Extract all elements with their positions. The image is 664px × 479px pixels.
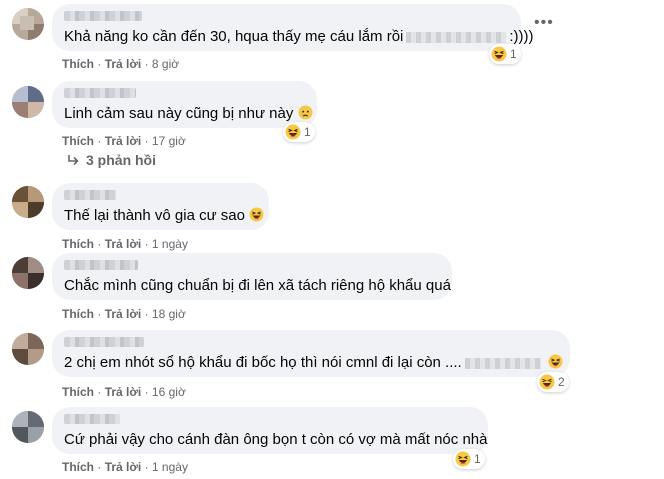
comment-text-tail: :)))) (509, 28, 534, 45)
timestamp[interactable]: 1 ngày (152, 237, 188, 251)
sad-cry-emoji-icon (298, 105, 313, 120)
comment-actions: Thích · Trả lời · 1 ngày (62, 237, 188, 251)
like-button[interactable]: Thích (62, 460, 94, 474)
comment-actions: Thích · Trả lời · 17 giờ (62, 134, 186, 148)
like-button[interactable]: Thích (62, 134, 94, 148)
avatar[interactable] (12, 333, 44, 365)
haha-icon (491, 46, 507, 62)
comment-actions: Thích · Trả lời · 1 ngày (62, 460, 188, 474)
reaction-count[interactable]: 1 (283, 122, 315, 142)
reply-button[interactable]: Trả lời (105, 460, 142, 474)
avatar[interactable] (12, 257, 44, 289)
author-name[interactable] (64, 260, 138, 270)
reply-button[interactable]: Trả lời (105, 307, 142, 321)
comment-text: Linh cảm sau này cũng bị như này (64, 105, 294, 122)
comment-bubble: Cứ phải vậy cho cánh đàn ông bọn t còn c… (52, 407, 488, 454)
comment-text: 2 chị em nhót sổ hộ khẩu đi bốc họ thì n… (64, 354, 462, 371)
author-name[interactable] (64, 190, 116, 200)
timestamp[interactable]: 16 giờ (152, 385, 186, 399)
reply-button[interactable]: Trả lời (105, 134, 142, 148)
avatar[interactable] (12, 411, 44, 443)
avatar[interactable] (12, 8, 44, 40)
comment-text: Khả năng ko cần đến 30, hqua thấy mẹ cáu… (64, 28, 404, 45)
reply-button[interactable]: Trả lời (105, 385, 142, 399)
redacted-text (464, 357, 541, 369)
comment-bubble: Khả năng ko cần đến 30, hqua thấy mẹ cáu… (52, 4, 534, 51)
reply-button[interactable]: Trả lời (105, 57, 142, 71)
timestamp[interactable]: 17 giờ (152, 134, 186, 148)
haha-icon (285, 124, 301, 140)
haha-icon (455, 451, 471, 467)
comment-bubble: Thế lại thành vô gia cư sao (52, 183, 269, 230)
reply-arrow-icon (66, 153, 80, 167)
redacted-text (406, 31, 507, 43)
comment-bubble: Linh cảm sau này cũng bị như này (52, 81, 317, 128)
reaction-count[interactable]: 1 (489, 44, 521, 64)
haha-icon (539, 374, 555, 390)
grinning-emoji-icon (548, 354, 563, 369)
comment-text: Cứ phải vậy cho cánh đàn ông bọn t còn c… (64, 431, 488, 448)
comment-text: Chắc mình cũng chuẩn bị đi lên xã tách r… (64, 277, 451, 294)
author-name[interactable] (64, 88, 136, 98)
reply-button[interactable]: Trả lời (105, 237, 142, 251)
like-button[interactable]: Thích (62, 385, 94, 399)
comment-bubble: Chắc mình cũng chuẩn bị đi lên xã tách r… (52, 253, 452, 300)
like-button[interactable]: Thích (62, 57, 94, 71)
like-button[interactable]: Thích (62, 237, 94, 251)
timestamp[interactable]: 8 giờ (152, 57, 179, 71)
author-name[interactable] (64, 11, 142, 21)
author-name[interactable] (64, 337, 144, 347)
comment-actions: Thích · Trả lời · 8 giờ (62, 57, 180, 71)
avatar[interactable] (12, 186, 44, 218)
view-replies-link[interactable]: 3 phản hồi (66, 152, 156, 168)
comment-actions: Thích · Trả lời · 18 giờ (62, 307, 186, 321)
timestamp[interactable]: 1 ngày (152, 460, 188, 474)
reaction-count[interactable]: 2 (537, 372, 569, 392)
comment-bubble: 2 chị em nhót sổ hộ khẩu đi bốc họ thì n… (52, 330, 570, 377)
timestamp[interactable]: 18 giờ (152, 307, 186, 321)
reaction-count[interactable]: 1 (453, 449, 485, 469)
laughing-emoji-icon (249, 207, 264, 222)
like-button[interactable]: Thích (62, 307, 94, 321)
comment-text: Thế lại thành vô gia cư sao (64, 207, 245, 224)
more-options-icon[interactable]: ••• (534, 15, 553, 31)
avatar[interactable] (12, 86, 44, 118)
author-name[interactable] (64, 414, 120, 424)
comment-actions: Thích · Trả lời · 16 giờ (62, 385, 186, 399)
